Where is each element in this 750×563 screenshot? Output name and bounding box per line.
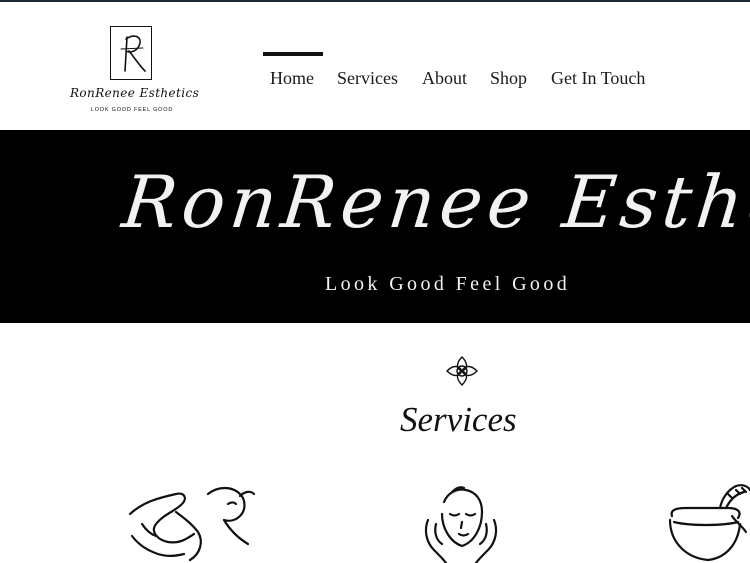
services-heading: Services xyxy=(400,400,517,439)
facial-treatment-icon xyxy=(414,484,508,563)
nav-item-home[interactable]: Home xyxy=(270,68,314,89)
hero-title: RonRenee Esthetics xyxy=(118,160,750,244)
nav-item-services[interactable]: Services xyxy=(337,68,398,89)
nav-active-indicator xyxy=(263,52,323,56)
massage-hands-icon xyxy=(128,484,258,563)
site-header: RonRenee Esthetics LOOK GOOD FEEL GOOD H… xyxy=(0,2,750,130)
logo-monogram-icon xyxy=(110,26,152,80)
wax-bowl-icon xyxy=(666,482,750,563)
logo-tagline: LOOK GOOD FEEL GOOD xyxy=(90,107,174,113)
nav-item-get-in-touch[interactable]: Get In Touch xyxy=(551,68,645,89)
logo-brand-name: RonRenee Esthetics xyxy=(70,86,200,100)
nav-item-shop[interactable]: Shop xyxy=(490,68,527,89)
hero-banner: RonRenee Esthetics Look Good Feel Good xyxy=(0,130,750,323)
site-logo[interactable]: RonRenee Esthetics LOOK GOOD FEEL GOOD xyxy=(70,24,200,120)
hero-tagline: Look Good Feel Good xyxy=(325,273,571,295)
lotus-knot-icon xyxy=(444,354,480,388)
nav-item-about[interactable]: About xyxy=(422,68,467,89)
